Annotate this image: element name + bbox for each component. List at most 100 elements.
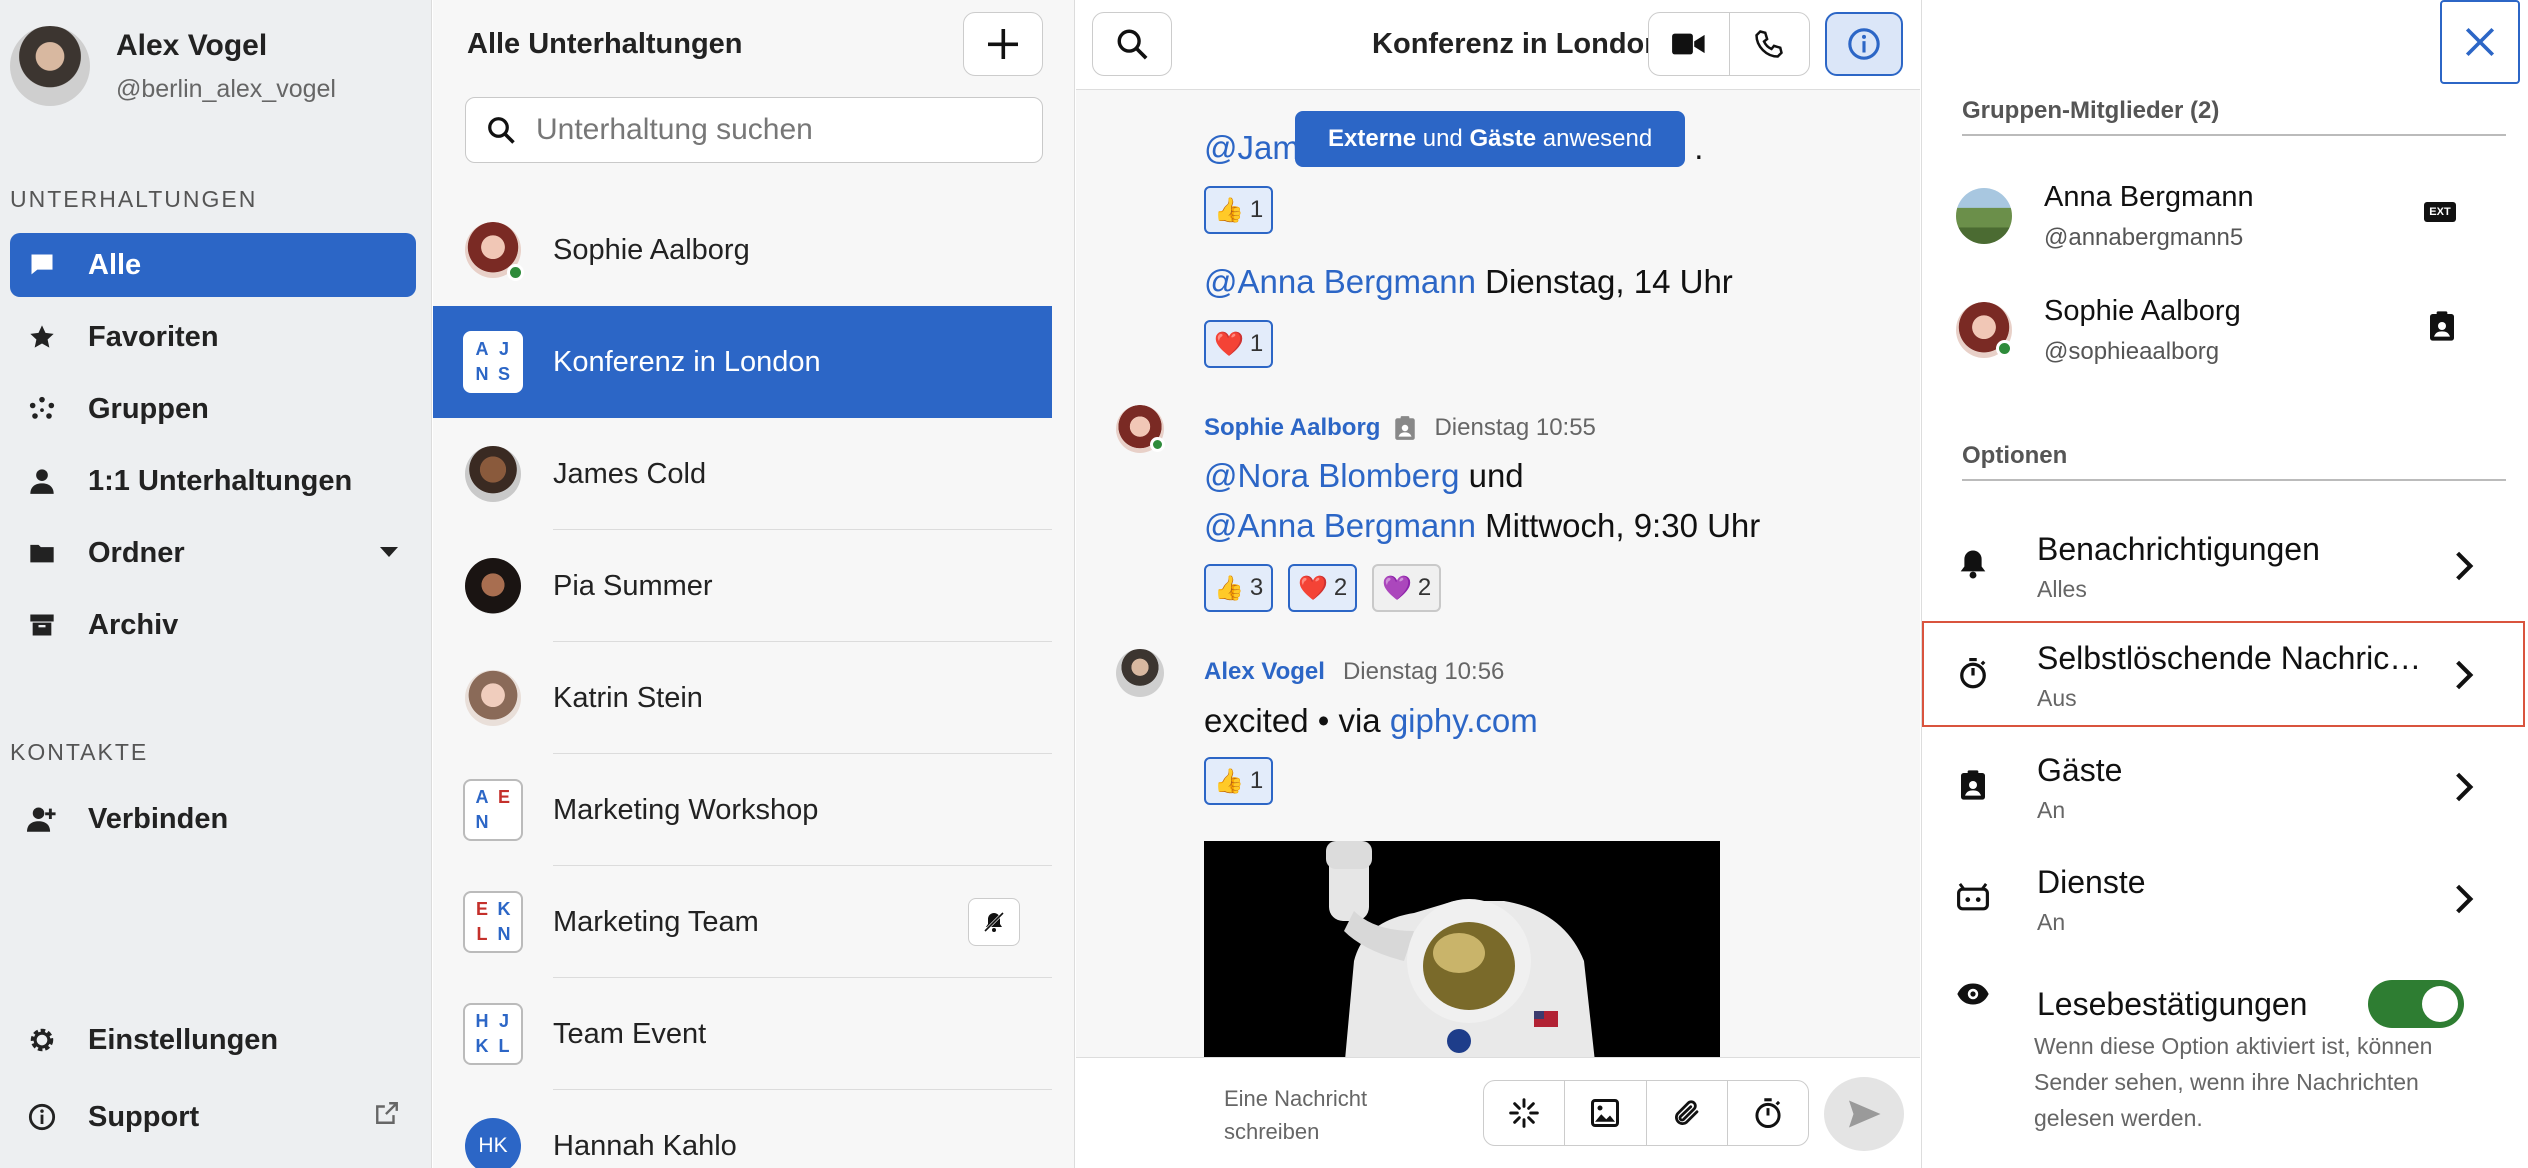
list-item[interactable]: A J N S Konferenz in London	[433, 306, 1052, 418]
list-item[interactable]: Katrin Stein	[433, 642, 1052, 754]
group-dots-icon	[24, 391, 60, 427]
external-badge: EXT	[2424, 202, 2456, 222]
video-call-button[interactable]	[1649, 13, 1729, 75]
sidebar-item-verbinden[interactable]: Verbinden	[10, 787, 416, 851]
sidebar-item-support[interactable]: Support	[10, 1085, 416, 1149]
search-input[interactable]	[536, 113, 1036, 147]
group-avatar: A E N	[463, 779, 523, 841]
avatar[interactable]	[1116, 649, 1164, 697]
avatar[interactable]	[1956, 188, 2012, 244]
send-button[interactable]	[1824, 1077, 1904, 1151]
gif-image-astronaut[interactable]	[1204, 841, 1720, 1057]
sender-name[interactable]: Sophie Aalborg	[1204, 414, 1380, 442]
message-text: @Anna Bergmann Mittwoch, 9:30 Uhr	[1204, 507, 1761, 544]
list-item[interactable]: Sophie Aalborg	[433, 194, 1052, 306]
image-upload-button[interactable]	[1564, 1081, 1645, 1145]
sidebar-item-ordner[interactable]: Ordner	[10, 521, 416, 585]
timer-button[interactable]	[1726, 1081, 1808, 1145]
video-camera-icon	[1671, 33, 1705, 55]
reaction-chip[interactable]: 👍 3	[1204, 564, 1274, 612]
sidebar-item-label: Verbinden	[88, 802, 229, 835]
list-item[interactable]: James Cold	[433, 418, 1052, 530]
person-icon	[24, 463, 60, 499]
member-name[interactable]: Anna Bergmann	[2044, 181, 2254, 214]
conversation-name: Katrin Stein	[553, 681, 703, 714]
chevron-down-icon[interactable]	[380, 547, 398, 557]
mention[interactable]: @Nora Blomberg	[1204, 457, 1459, 494]
plus-icon	[988, 29, 1018, 59]
sidebar-item-gruppen[interactable]: Gruppen	[10, 377, 416, 441]
conversation-info-button[interactable]	[1825, 12, 1903, 76]
ping-button[interactable]	[1484, 1081, 1564, 1145]
chat-search-button[interactable]	[1092, 12, 1172, 76]
new-conversation-button[interactable]	[963, 12, 1043, 76]
option-guests[interactable]: Gäste An	[1922, 733, 2528, 839]
sidebar-item-alle[interactable]: Alle	[10, 233, 416, 297]
emoji: ❤️	[1298, 574, 1328, 602]
reaction-count: 3	[1249, 574, 1264, 601]
option-notifications[interactable]: Benachrichtigungen Alles	[1922, 512, 2528, 618]
reaction-count: 2	[1333, 574, 1348, 601]
message-meta: Sophie Aalborg Dienstag 10:55	[1204, 414, 1596, 442]
eye-icon	[1955, 976, 1991, 1012]
initial: A	[475, 787, 489, 807]
list-item[interactable]: H J K L Team Event	[433, 978, 1052, 1090]
mention[interactable]: @Anna Bergmann	[1204, 263, 1476, 300]
reaction-chip[interactable]: ❤️ 1	[1204, 320, 1274, 368]
avatar[interactable]	[10, 26, 90, 106]
group-avatar: E K L N	[463, 891, 523, 953]
list-item[interactable]: A E N Marketing Workshop	[433, 754, 1052, 866]
message-input[interactable]: Eine Nachricht schreiben	[1224, 1082, 1424, 1148]
attach-file-button[interactable]	[1645, 1081, 1727, 1145]
message-text: @Nora Blomberg und	[1204, 457, 1524, 494]
section-label-contacts: KONTAKTE	[10, 739, 149, 765]
user-profile[interactable]: Alex Vogel @berlin_alex_vogel	[10, 26, 336, 106]
ping-icon	[1509, 1098, 1539, 1128]
sidebar-item-favoriten[interactable]: Favoriten	[10, 305, 416, 369]
info-icon	[1848, 28, 1880, 60]
conversation-search[interactable]	[465, 97, 1043, 163]
initial: K	[475, 1036, 489, 1056]
reaction-chip[interactable]: 💜 2	[1372, 564, 1442, 612]
emoji: 👍	[1214, 196, 1244, 224]
initial: J	[498, 1011, 509, 1031]
muted-bell-button[interactable]	[968, 898, 1020, 946]
initial: N	[475, 812, 489, 832]
list-item[interactable]: Pia Summer	[433, 530, 1052, 642]
option-services[interactable]: Dienste An	[1922, 845, 2528, 951]
giphy-link[interactable]: giphy.com	[1390, 702, 1538, 739]
reaction-count: 1	[1249, 196, 1264, 223]
initial: A	[475, 339, 489, 359]
profile-name: Alex Vogel	[116, 28, 268, 62]
chevron-right-icon	[2456, 772, 2474, 802]
conversation-name: Marketing Workshop	[553, 793, 819, 826]
list-item[interactable]: E K L N Marketing Team	[433, 866, 1052, 978]
profile-handle: @berlin_alex_vogel	[116, 74, 336, 103]
read-receipts-toggle[interactable]	[2368, 980, 2464, 1028]
message-timestamp: Dienstag 10:56	[1342, 658, 1505, 685]
sidebar-item-1-1[interactable]: 1:1 Unterhaltungen	[10, 449, 416, 513]
send-icon	[1849, 1100, 1881, 1128]
reaction-chip[interactable]: 👍 1	[1204, 757, 1274, 805]
image-icon	[1591, 1099, 1620, 1127]
member-name[interactable]: Sophie Aalborg	[2044, 295, 2241, 328]
sidebar-item-archiv[interactable]: Archiv	[10, 593, 416, 657]
reaction-chip[interactable]: ❤️ 2	[1288, 564, 1358, 612]
sidebar: Alex Vogel @berlin_alex_vogel UNTERHALTU…	[0, 0, 432, 1168]
reaction-chip[interactable]: 👍 1	[1204, 186, 1274, 234]
timer-icon	[1955, 655, 1991, 691]
sidebar-item-einstellungen[interactable]: Einstellungen	[10, 1008, 416, 1072]
online-status-dot	[507, 264, 524, 281]
conversation-name: Marketing Team	[553, 905, 759, 938]
mention[interactable]: @Anna Bergmann	[1204, 507, 1476, 544]
reaction-count: 1	[1249, 767, 1264, 794]
list-item[interactable]: HK Hannah Kahlo	[433, 1090, 1052, 1168]
bell-off-icon	[983, 911, 1005, 933]
sender-name[interactable]: Alex Vogel	[1204, 658, 1325, 686]
chat-view: Konferenz in London @Jame. 👍 1 Externe un…	[1076, 0, 1920, 1168]
conversation-name: Konferenz in London	[553, 345, 821, 378]
close-panel-button[interactable]	[2440, 0, 2520, 84]
option-self-deleting-messages[interactable]: Selbstlöschende Nachrichten Aus	[1922, 621, 2525, 727]
initial: L	[476, 924, 488, 944]
audio-call-button[interactable]	[1728, 13, 1810, 75]
